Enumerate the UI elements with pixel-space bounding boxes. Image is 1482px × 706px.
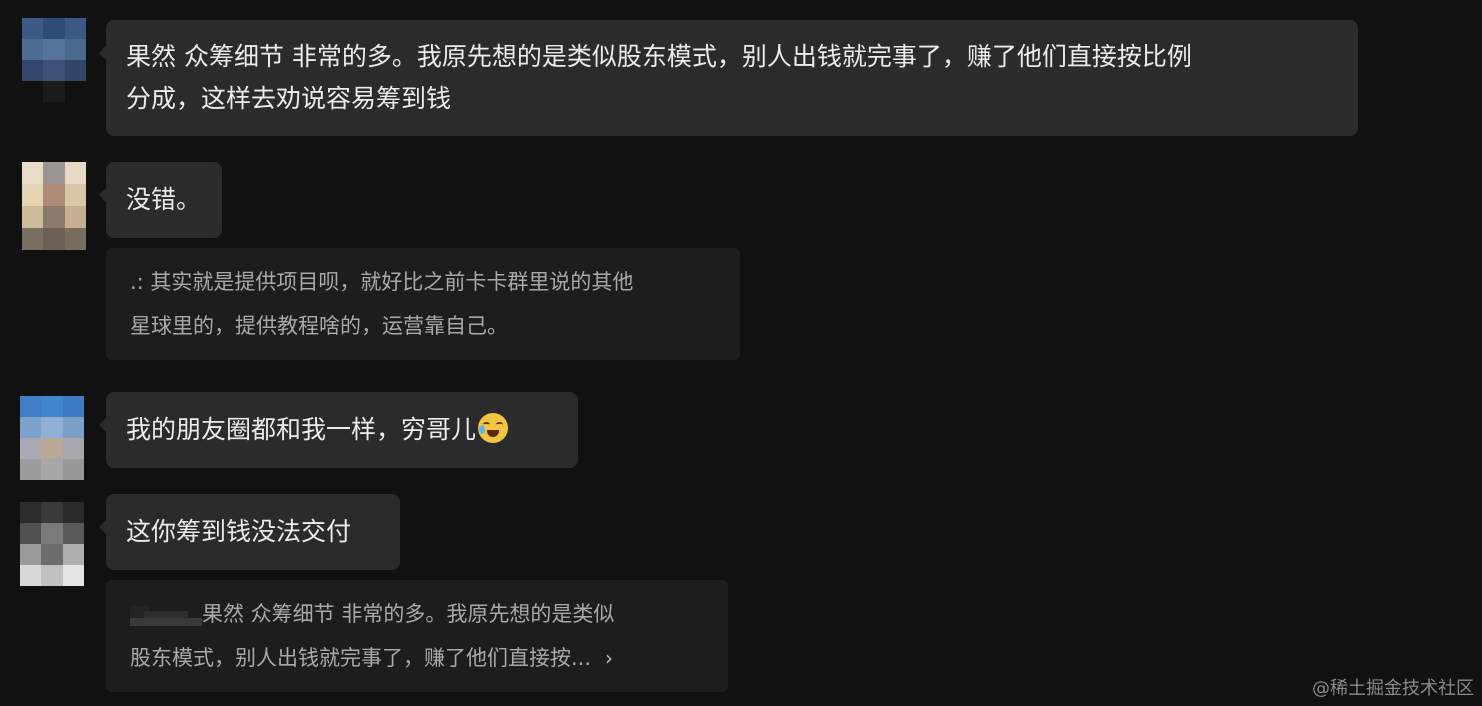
quote-text-line: .: 其实就是提供项目呗，就好比之前卡卡群里说的其他 (130, 270, 634, 294)
avatar[interactable] (22, 162, 86, 250)
quote-sender-name-redacted (130, 606, 202, 626)
quoted-message[interactable]: .: 其实就是提供项目呗，就好比之前卡卡群里说的其他 星球里的，提供教程啥的，运… (106, 248, 740, 360)
quoted-message[interactable]: 果然 众筹细节 非常的多。我原先想的是类似 股东模式，别人出钱就完事了，赚了他们… (106, 580, 728, 692)
quote-text-line: 星球里的，提供教程啥的，运营靠自己。 (130, 314, 508, 338)
avatar[interactable] (22, 18, 86, 102)
message-text: 这你筹到钱没法交付 (126, 517, 352, 546)
message-text: 没错。 (126, 185, 202, 214)
message-text: 我的朋友圈都和我一样，穷哥儿 (126, 415, 477, 444)
message-bubble[interactable]: 这你筹到钱没法交付 (99, 494, 400, 570)
message-text-line: 分成，这样去劝说容易筹到钱 (126, 84, 452, 113)
message-bubble[interactable]: 没错。 (99, 162, 222, 238)
quote-text-line: 果然 众筹细节 非常的多。我原先想的是类似 (202, 602, 615, 626)
message-bubble[interactable]: 我的朋友圈都和我一样，穷哥儿 (99, 392, 578, 468)
loudly-crying-face-emoji (478, 413, 509, 443)
quote-text-line: 股东模式，别人出钱就完事了，赚了他们直接按... (130, 646, 592, 670)
watermark: @稀土掘金技术社区 (1312, 678, 1474, 699)
message-bubble[interactable]: 果然 众筹细节 非常的多。我原先想的是类似股东模式，别人出钱就完事了，赚了他们直… (99, 20, 1358, 136)
avatar[interactable] (20, 396, 84, 480)
message-text-line: 果然 众筹细节 非常的多。我原先想的是类似股东模式，别人出钱就完事了，赚了他们直… (126, 42, 1192, 71)
chevron-right-icon[interactable]: › (605, 646, 613, 670)
avatar[interactable] (20, 502, 84, 586)
